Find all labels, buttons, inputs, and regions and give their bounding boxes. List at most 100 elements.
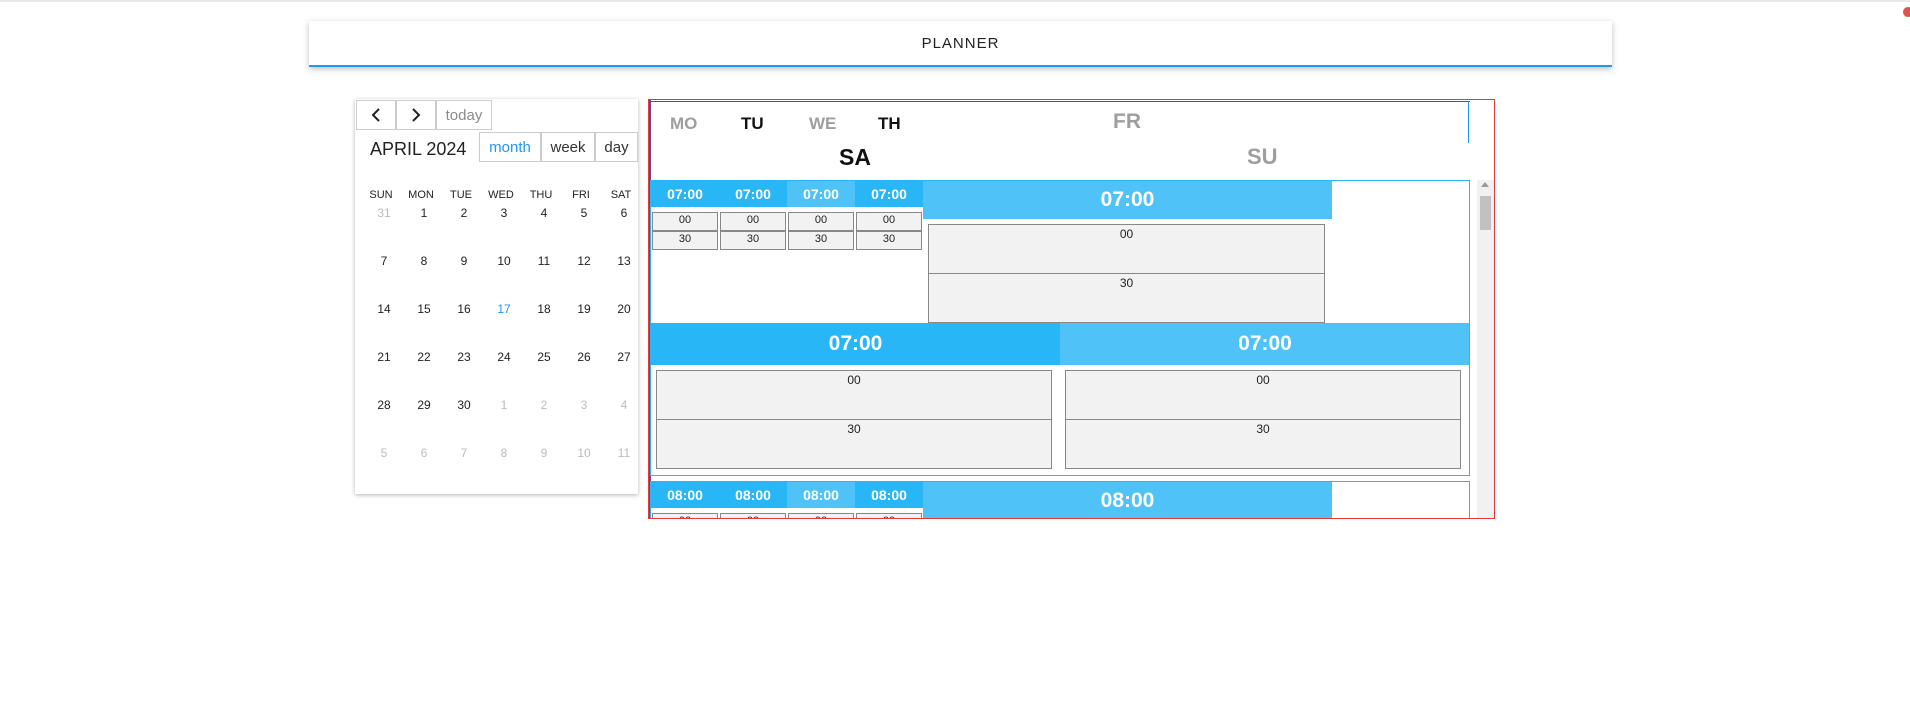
day-cell[interactable]: 5: [561, 205, 601, 253]
day-cell[interactable]: 3: [481, 205, 521, 253]
hour-cell-mo: 07:00: [651, 181, 719, 207]
day-cell[interactable]: 28: [361, 397, 401, 445]
time-slot[interactable]: 30: [720, 231, 786, 250]
day-cell[interactable]: 6: [401, 445, 441, 493]
day-cell[interactable]: 20: [601, 301, 641, 349]
time-slot[interactable]: 00: [656, 370, 1052, 420]
weekday-label: SUN: [369, 189, 393, 201]
time-slot[interactable]: 00: [788, 212, 854, 231]
day-cell[interactable]: 4: [521, 205, 561, 253]
weekday-label: THU: [529, 189, 553, 201]
day-cell[interactable]: 10: [561, 445, 601, 493]
day-cell[interactable]: 11: [521, 253, 561, 301]
day-cell[interactable]: 2: [521, 397, 561, 445]
day-header-mo[interactable]: MO: [670, 114, 697, 134]
calendar-nav: today: [356, 100, 492, 130]
day-cell[interactable]: 1: [401, 205, 441, 253]
day-cell[interactable]: 1: [481, 397, 521, 445]
hour-cell-fr: 07:00: [923, 181, 1332, 219]
day-cell[interactable]: 26: [561, 349, 601, 397]
day-header-we[interactable]: WE: [809, 114, 836, 134]
view-day-button[interactable]: day: [595, 132, 638, 162]
day-cell[interactable]: 6: [601, 205, 641, 253]
scrollbar-thumb[interactable]: [1480, 196, 1491, 230]
day-cell[interactable]: 9: [521, 445, 561, 493]
day-cell[interactable]: 19: [561, 301, 601, 349]
hour-block-0700: 07:00 07:00 07:00 07:00 07:00 00 30 00 3…: [650, 180, 1470, 476]
week-row: 31 1 2 3 4 5 6: [361, 205, 641, 253]
day-cell[interactable]: 25: [521, 349, 561, 397]
day-cell[interactable]: 12: [561, 253, 601, 301]
day-cell[interactable]: 8: [481, 445, 521, 493]
view-month-button[interactable]: month: [479, 132, 541, 162]
day-cell[interactable]: 8: [401, 253, 441, 301]
day-cell[interactable]: 5: [361, 445, 401, 493]
day-cell[interactable]: 24: [481, 349, 521, 397]
day-cell[interactable]: 18: [521, 301, 561, 349]
day-cell[interactable]: 11: [601, 445, 641, 493]
scroll-up-arrow-icon[interactable]: [1481, 182, 1489, 187]
view-week-button[interactable]: week: [541, 132, 595, 162]
day-cell[interactable]: 13: [601, 253, 641, 301]
time-slot[interactable]: 00: [928, 224, 1325, 274]
day-cell[interactable]: 2: [441, 205, 481, 253]
mini-calendar: today APRIL 2024 month week day SUN MON …: [355, 99, 638, 494]
time-slot[interactable]: 00: [856, 212, 922, 231]
day-header-fr[interactable]: FR: [1113, 110, 1141, 134]
day-cell[interactable]: 30: [441, 397, 481, 445]
days-grid: 31 1 2 3 4 5 6 7 8 9 10 11 12 13 14 15 1…: [361, 205, 641, 493]
day-cell[interactable]: 15: [401, 301, 441, 349]
day-cell[interactable]: 4: [601, 397, 641, 445]
time-slot[interactable]: 00: [652, 212, 718, 231]
time-slot[interactable]: 00: [720, 513, 786, 518]
day-header-sa[interactable]: SA: [839, 144, 871, 171]
time-slot[interactable]: 00: [720, 212, 786, 231]
weekday-label: WED: [488, 189, 514, 201]
day-cell[interactable]: 7: [441, 445, 481, 493]
weekday-label: FRI: [572, 189, 590, 201]
day-cell[interactable]: 3: [561, 397, 601, 445]
time-slot[interactable]: 00: [856, 513, 922, 518]
day-header-tu[interactable]: TU: [741, 114, 764, 134]
time-slot[interactable]: 30: [656, 419, 1052, 469]
day-cell[interactable]: 31: [361, 205, 401, 253]
day-cell-today[interactable]: 17: [481, 301, 521, 349]
time-slot[interactable]: 30: [928, 273, 1325, 323]
chevron-right-icon: [412, 108, 421, 122]
time-slot[interactable]: 30: [1065, 419, 1461, 469]
day-cell[interactable]: 22: [401, 349, 441, 397]
day-cell[interactable]: 7: [361, 253, 401, 301]
day-header-su[interactable]: SU: [1247, 144, 1278, 170]
vertical-scrollbar[interactable]: [1477, 180, 1494, 518]
month-title: APRIL 2024: [370, 139, 467, 159]
chevron-left-icon: [371, 108, 380, 122]
today-button[interactable]: today: [436, 100, 492, 130]
week-row: 28 29 30 1 2 3 4: [361, 397, 641, 445]
hour-cell-tu: 07:00: [719, 181, 787, 207]
next-month-button[interactable]: [396, 100, 436, 130]
day-header-th[interactable]: TH: [878, 114, 901, 134]
day-cell[interactable]: 27: [601, 349, 641, 397]
day-header-row: MO TU WE TH FR SA SU: [650, 101, 1470, 182]
prev-month-button[interactable]: [356, 100, 396, 130]
time-slot[interactable]: 30: [652, 231, 718, 250]
time-slot[interactable]: 00: [652, 513, 718, 518]
hour-cell-tu: 08:00: [719, 482, 787, 508]
week-row: 21 22 23 24 25 26 27: [361, 349, 641, 397]
day-cell[interactable]: 16: [441, 301, 481, 349]
header-divider: [1468, 101, 1469, 143]
day-cell[interactable]: 21: [361, 349, 401, 397]
time-slot[interactable]: 00: [1065, 370, 1461, 420]
day-cell[interactable]: 23: [441, 349, 481, 397]
hour-cell-we: 07:00: [787, 181, 855, 207]
time-slot[interactable]: 30: [856, 231, 922, 250]
day-cell[interactable]: 14: [361, 301, 401, 349]
planner-grid: MO TU WE TH FR SA SU 07:00 07:00 07:00 0…: [648, 99, 1495, 519]
day-cell[interactable]: 29: [401, 397, 441, 445]
day-cell[interactable]: 9: [441, 253, 481, 301]
weekday-label: TUE: [450, 189, 472, 201]
time-slot[interactable]: 30: [788, 231, 854, 250]
day-cell[interactable]: 10: [481, 253, 521, 301]
time-slot[interactable]: 00: [788, 513, 854, 518]
weekday-label: SAT: [610, 189, 632, 201]
